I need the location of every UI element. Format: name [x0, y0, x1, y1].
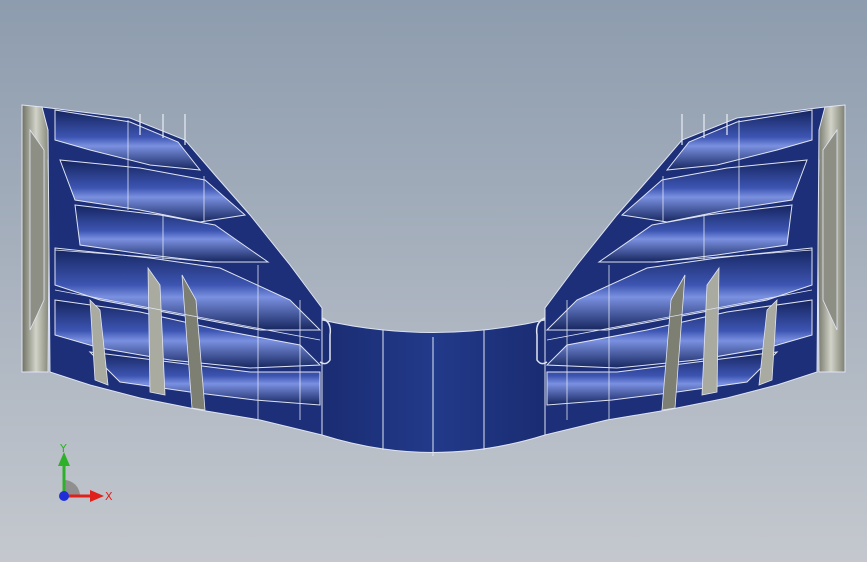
- coordinate-triad-icon: Y X: [58, 442, 113, 503]
- center-mainplane[interactable]: [319, 317, 548, 456]
- front-wing-model[interactable]: [0, 0, 867, 562]
- z-axis-dot-icon: [59, 491, 69, 501]
- y-axis-label: Y: [59, 442, 67, 455]
- graphics-viewport[interactable]: Y X: [0, 0, 867, 562]
- x-axis-label: X: [105, 490, 113, 503]
- coordinate-triad: Y X: [48, 440, 118, 510]
- x-axis-arrow-icon: [90, 490, 104, 502]
